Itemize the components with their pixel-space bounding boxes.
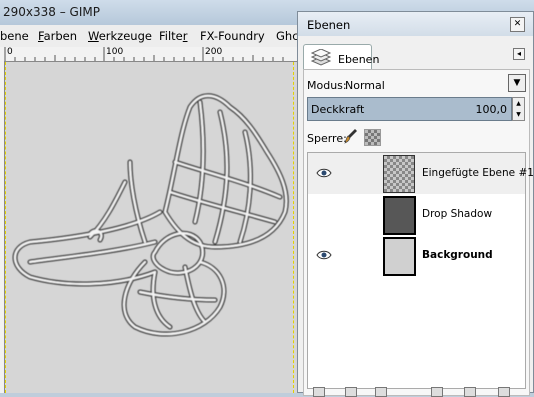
- layer-name[interactable]: Drop Shadow: [422, 208, 492, 220]
- mode-label: Modus:: [307, 79, 347, 92]
- dock-title: Ebenen: [307, 18, 351, 32]
- layers-dock-window: Ebenen ✕ Ebenen ◂ Modus: Normal ▼ Deckkr…: [297, 11, 534, 397]
- layer-row[interactable]: Eingefügte Ebene #1: [308, 153, 534, 194]
- eye-icon[interactable]: [316, 250, 332, 260]
- close-icon[interactable]: ✕: [510, 17, 525, 32]
- layers-list: Eingefügte Ebene #1 Drop Shadow Backgrou…: [307, 152, 534, 389]
- menu-farben[interactable]: Farben: [38, 29, 77, 43]
- layer-thumbnail: [383, 155, 415, 193]
- ruler-label-200: 200: [205, 47, 223, 57]
- menu-filter[interactable]: Filter: [159, 29, 188, 43]
- window-title: 290x338 – GIMP: [3, 5, 100, 19]
- layers-panel: Modus: Normal ▼ Deckkraft 100,0 ▲ ▼ Sperr…: [303, 69, 534, 396]
- new-layer-icon[interactable]: [313, 387, 325, 397]
- layer-row[interactable]: Background: [308, 235, 525, 276]
- layer-row[interactable]: Drop Shadow: [308, 194, 525, 235]
- paintbrush-icon[interactable]: [344, 128, 358, 144]
- new-group-icon[interactable]: [345, 387, 357, 397]
- layer-name[interactable]: Background: [422, 249, 493, 261]
- layer-thumbnail: [383, 196, 416, 235]
- delete-layer-icon[interactable]: [498, 387, 510, 397]
- opacity-spinner[interactable]: ▲ ▼: [512, 97, 525, 121]
- chevron-down-icon[interactable]: ▼: [508, 74, 526, 92]
- opacity-label: Deckkraft: [311, 103, 365, 116]
- layer-boundary: [5, 62, 294, 393]
- lock-label: Sperre:: [307, 132, 347, 145]
- tab-label: Ebenen: [338, 53, 380, 66]
- mode-value[interactable]: Normal: [345, 79, 385, 92]
- menu-ebene[interactable]: bene: [0, 29, 29, 43]
- tab-ebenen[interactable]: Ebenen: [303, 44, 379, 71]
- opacity-value: 100,0: [475, 103, 508, 116]
- menu-werkzeuge[interactable]: Werkzeuge: [88, 29, 152, 43]
- dock-titlebar: Ebenen ✕: [298, 12, 533, 36]
- anchor-icon[interactable]: [464, 387, 476, 397]
- ruler-label-100: 100: [106, 47, 124, 57]
- tab-menu-icon[interactable]: ◂: [513, 48, 525, 60]
- eye-icon[interactable]: [316, 168, 332, 178]
- ruler-label-0: 0: [7, 47, 13, 57]
- horizontal-ruler[interactable]: 0 100 200: [0, 47, 300, 62]
- menu-fx-foundry[interactable]: FX-Foundry: [200, 29, 265, 43]
- opacity-slider[interactable]: Deckkraft 100,0: [307, 97, 512, 121]
- layer-name[interactable]: Eingefügte Ebene #1: [422, 167, 534, 179]
- alpha-lock-icon[interactable]: [364, 129, 381, 146]
- duplicate-layer-icon[interactable]: [431, 387, 443, 397]
- raise-layer-icon[interactable]: [375, 387, 387, 397]
- menu-ghc[interactable]: Ghc: [276, 29, 299, 43]
- layer-thumbnail: [383, 237, 416, 276]
- ruler-ticks: [4, 47, 284, 61]
- layers-icon: [310, 49, 332, 66]
